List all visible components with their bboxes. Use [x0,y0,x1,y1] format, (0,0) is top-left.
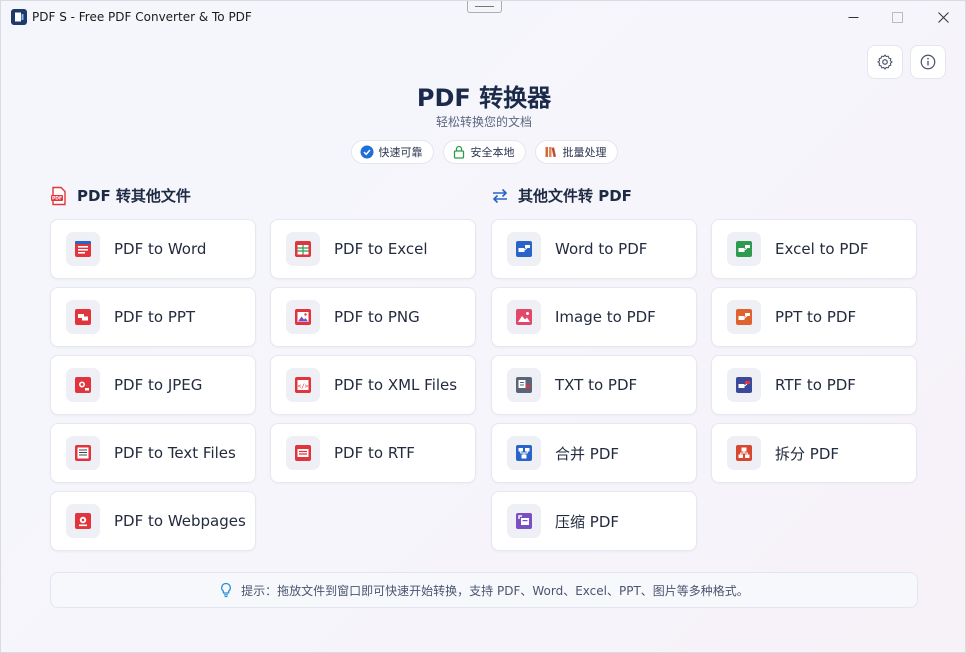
card-label: PPT to PDF [775,308,857,326]
jpeg-camera-icon [66,368,100,402]
card-excel-to-pdf[interactable]: Excel to PDF [711,219,917,279]
card-label: PDF to XML Files [334,376,458,394]
card-label: TXT to PDF [555,376,638,394]
card-label: PDF to Word [114,240,207,258]
card-label: RTF to PDF [775,376,856,394]
card-pdf-to-xml[interactable]: </> PDF to XML Files [270,355,476,415]
title-bar[interactable]: PDF S - Free PDF Converter & To PDF [1,1,966,33]
settings-button[interactable] [867,45,903,79]
card-compress-pdf[interactable]: 压缩 PDF [491,491,697,551]
card-label: 压缩 PDF [555,512,619,531]
maximize-button[interactable] [874,1,920,33]
image-to-pdf-icon [507,300,541,334]
close-button[interactable] [920,1,966,33]
info-icon [920,54,936,70]
lock-icon [453,145,464,159]
app-window: PDF S - Free PDF Converter & To PDF PDF … [0,0,966,653]
word-to-pdf-icon [507,232,541,266]
card-label: PDF to Webpages [114,512,246,530]
compress-pdf-icon [507,504,541,538]
gear-icon [877,54,893,70]
rtf-doc-icon [286,436,320,470]
svg-text:PDF: PDF [52,195,62,201]
tip-text: 提示：拖放文件到窗口即可快速开始转换，支持 PDF、Word、Excel、PPT… [241,583,749,598]
minimize-icon [848,16,858,18]
card-label: Word to PDF [555,240,648,258]
card-pdf-to-word[interactable]: PDF to Word [50,219,256,279]
card-label: PDF to JPEG [114,376,203,394]
feature-badges: 快速可靠 安全本地 批量处理 [1,140,966,164]
ppt-to-pdf-icon [727,300,761,334]
section-header-pdf-to-other: PDF PDF 转其他文件 [49,185,191,206]
feature-label: 批量处理 [562,146,607,159]
card-pdf-to-webpages[interactable]: PDF to Webpages [50,491,256,551]
feature-badge-fast: 快速可靠 [350,140,434,164]
card-label: Image to PDF [555,308,656,326]
card-pdf-to-excel[interactable]: PDF to Excel [270,219,476,279]
close-icon [937,11,949,23]
card-pdf-to-text[interactable]: PDF to Text Files [50,423,256,483]
card-pdf-to-png[interactable]: PDF to PNG [270,287,476,347]
split-pdf-icon [727,436,761,470]
card-txt-to-pdf[interactable]: TXT to PDF [491,355,697,415]
png-image-icon [286,300,320,334]
card-label: PDF to Excel [334,240,428,258]
card-label: PDF to PPT [114,308,196,326]
page-subtitle: 轻松转换您的文档 [435,115,532,129]
card-merge-pdf[interactable]: 合并 PDF [491,423,697,483]
section-title: PDF 转其他文件 [77,187,191,205]
card-pdf-to-rtf[interactable]: PDF to RTF [270,423,476,483]
excel-to-pdf-icon [727,232,761,266]
card-label: PDF to RTF [334,444,415,462]
app-logo-icon [11,9,27,25]
card-label: PDF to PNG [334,308,420,326]
webpage-globe-icon [66,504,100,538]
minimize-button[interactable] [830,1,876,33]
card-pdf-to-jpeg[interactable]: PDF to JPEG [50,355,256,415]
word-doc-icon [66,232,100,266]
pdf-file-icon: PDF [51,186,66,205]
info-button[interactable] [910,45,946,79]
swap-arrows-icon [492,188,508,203]
svg-text:</>: </> [298,383,309,390]
page-title: PDF 转换器 [416,84,552,112]
tip-bar: 提示：拖放文件到窗口即可快速开始转换，支持 PDF、Word、Excel、PPT… [50,572,918,608]
excel-sheet-icon [286,232,320,266]
section-header-other-to-pdf: 其他文件转 PDF [490,185,632,206]
xml-code-icon: </> [286,368,320,402]
card-word-to-pdf[interactable]: Word to PDF [491,219,697,279]
merge-pdf-icon [507,436,541,470]
feature-label: 快速可靠 [378,146,423,159]
card-rtf-to-pdf[interactable]: RTF to PDF [711,355,917,415]
card-label: 合并 PDF [555,444,619,463]
card-label: PDF to Text Files [114,444,236,462]
check-circle-icon [360,145,373,159]
card-image-to-pdf[interactable]: Image to PDF [491,287,697,347]
lightbulb-icon [221,582,232,598]
feature-badge-secure: 安全本地 [442,140,526,164]
card-ppt-to-pdf[interactable]: PPT to PDF [711,287,917,347]
maximize-icon [891,11,903,23]
books-icon [545,147,556,158]
txt-to-pdf-icon [507,368,541,402]
card-split-pdf[interactable]: 拆分 PDF [711,423,917,483]
window-title: PDF S - Free PDF Converter & To PDF [32,10,252,24]
section-title: 其他文件转 PDF [518,187,632,205]
card-pdf-to-ppt[interactable]: PDF to PPT [50,287,256,347]
card-label: 拆分 PDF [775,444,839,463]
feature-label: 安全本地 [470,146,515,159]
drag-handle[interactable] [467,1,502,13]
card-label: Excel to PDF [775,240,869,258]
rtf-to-pdf-icon [727,368,761,402]
ppt-slides-icon [66,300,100,334]
text-lines-icon [66,436,100,470]
feature-badge-batch: 批量处理 [534,140,618,164]
